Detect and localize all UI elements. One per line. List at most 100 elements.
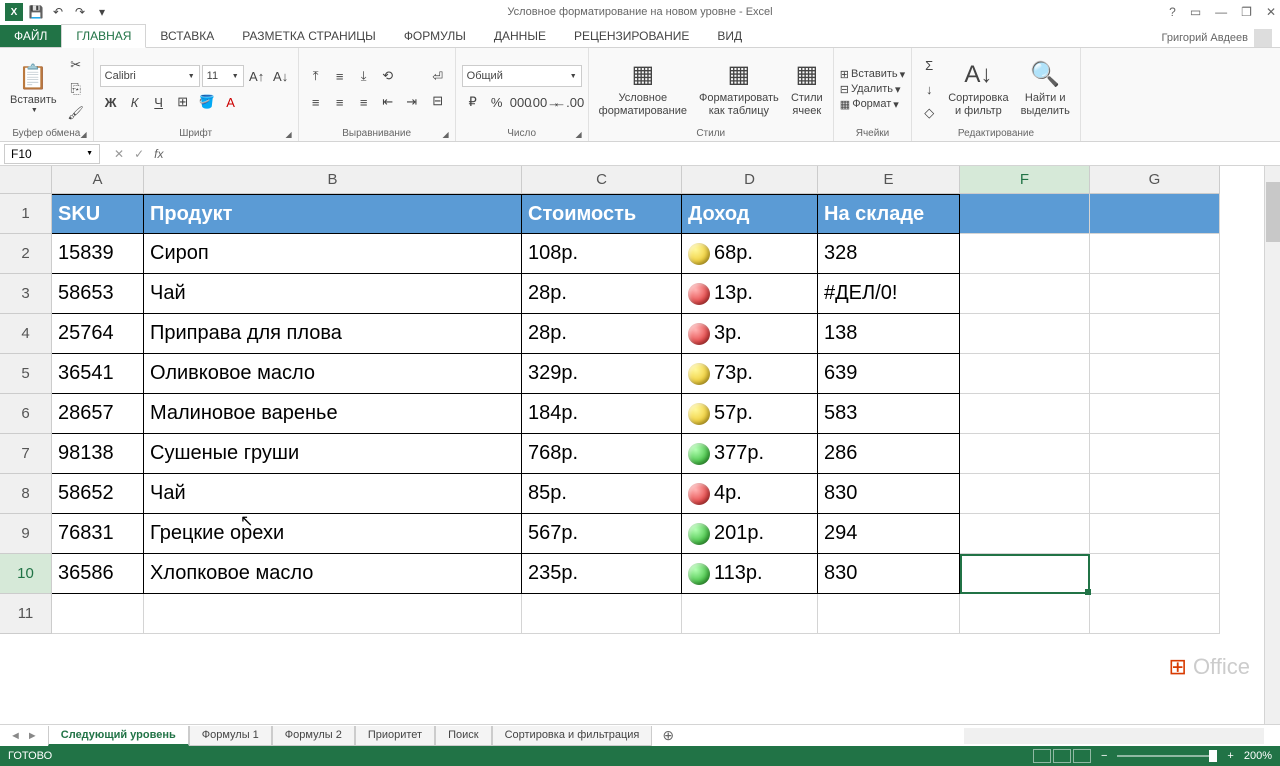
decrease-font-icon[interactable]: A↓ (270, 65, 292, 87)
zoom-out-icon[interactable]: − (1101, 750, 1107, 762)
indent-increase-icon[interactable]: ⇥ (401, 91, 423, 113)
cell-G4[interactable] (1090, 314, 1220, 354)
cell-C6[interactable]: 184р. (522, 394, 682, 434)
zoom-level[interactable]: 200% (1244, 750, 1272, 762)
cell-F10[interactable] (960, 554, 1090, 594)
undo-icon[interactable]: ↶ (48, 2, 68, 22)
cell-E7[interactable]: 286 (818, 434, 960, 474)
paste-button[interactable]: 📋 Вставить ▼ (6, 60, 61, 118)
fx-icon[interactable]: fx (154, 147, 163, 161)
cell-G11[interactable] (1090, 594, 1220, 634)
select-all-corner[interactable] (0, 166, 52, 194)
font-launcher-icon[interactable]: ◢ (285, 130, 291, 139)
horizontal-scrollbar[interactable] (964, 728, 1264, 744)
save-icon[interactable]: 💾 (26, 2, 46, 22)
cell-B5[interactable]: Оливковое масло (144, 354, 522, 394)
find-select-button[interactable]: 🔍Найти и выделить (1017, 58, 1074, 120)
row-header-2[interactable]: 2 (0, 234, 52, 274)
number-format-select[interactable]: Общий▼ (462, 65, 582, 87)
cell-F8[interactable] (960, 474, 1090, 514)
cell-E10[interactable]: 830 (818, 554, 960, 594)
qat-customize-icon[interactable]: ▾ (92, 2, 112, 22)
cell-D2[interactable]: 68р. (682, 234, 818, 274)
add-sheet-button[interactable]: ⊕ (652, 727, 684, 744)
align-launcher-icon[interactable]: ◢ (442, 130, 448, 139)
cell-C9[interactable]: 567р. (522, 514, 682, 554)
format-cells-button[interactable]: ▦ Формат ▾ (840, 98, 905, 111)
row-header-6[interactable]: 6 (0, 394, 52, 434)
cell-C4[interactable]: 28р. (522, 314, 682, 354)
close-icon[interactable]: ✕ (1266, 5, 1276, 19)
name-box[interactable]: F10▼ (4, 144, 100, 164)
cell-D3[interactable]: 13р. (682, 274, 818, 314)
cell-A5[interactable]: 36541 (52, 354, 144, 394)
cell-A3[interactable]: 58653 (52, 274, 144, 314)
align-center-icon[interactable]: ≡ (329, 91, 351, 113)
align-bottom-icon[interactable]: ⤓ (353, 65, 375, 87)
cancel-formula-icon[interactable]: ✕ (114, 147, 124, 161)
cell-B11[interactable] (144, 594, 522, 634)
cell-B7[interactable]: Сушеные груши (144, 434, 522, 474)
maximize-icon[interactable]: ❐ (1241, 5, 1252, 19)
currency-icon[interactable]: ₽ (462, 91, 484, 113)
cell-G7[interactable] (1090, 434, 1220, 474)
cell-E2[interactable]: 328 (818, 234, 960, 274)
orientation-icon[interactable]: ⟲ (377, 65, 399, 87)
cell-C10[interactable]: 235р. (522, 554, 682, 594)
row-header-4[interactable]: 4 (0, 314, 52, 354)
cell-D11[interactable] (682, 594, 818, 634)
percent-icon[interactable]: % (486, 91, 508, 113)
cell-A8[interactable]: 58652 (52, 474, 144, 514)
cell-F9[interactable] (960, 514, 1090, 554)
cell-G1[interactable] (1090, 194, 1220, 234)
cell-B2[interactable]: Сироп (144, 234, 522, 274)
tab-formulas[interactable]: ФОРМУЛЫ (390, 25, 480, 47)
redo-icon[interactable]: ↷ (70, 2, 90, 22)
column-header-C[interactable]: C (522, 166, 682, 194)
fill-icon[interactable]: ↓ (918, 78, 940, 100)
cell-D4[interactable]: 3р. (682, 314, 818, 354)
cell-styles-button[interactable]: ▦Стили ячеек (787, 58, 827, 120)
cell-G2[interactable] (1090, 234, 1220, 274)
ribbon-display-icon[interactable]: ▭ (1190, 5, 1201, 19)
font-color-icon[interactable]: A (220, 91, 242, 113)
cell-D1[interactable]: Доход (682, 194, 818, 234)
cell-A11[interactable] (52, 594, 144, 634)
tab-data[interactable]: ДАННЫЕ (480, 25, 560, 47)
sort-filter-button[interactable]: A↓Сортировка и фильтр (944, 58, 1012, 120)
cell-C11[interactable] (522, 594, 682, 634)
cell-B9[interactable]: Грецкие орехи (144, 514, 522, 554)
cell-D6[interactable]: 57р. (682, 394, 818, 434)
sheet-tab-3[interactable]: Приоритет (355, 726, 435, 746)
cell-A6[interactable]: 28657 (52, 394, 144, 434)
indent-decrease-icon[interactable]: ⇤ (377, 91, 399, 113)
cell-G3[interactable] (1090, 274, 1220, 314)
sheet-nav-next-icon[interactable]: ► (27, 730, 38, 742)
cell-D5[interactable]: 73р. (682, 354, 818, 394)
cell-D9[interactable]: 201р. (682, 514, 818, 554)
view-page-break-icon[interactable] (1073, 749, 1091, 763)
align-middle-icon[interactable]: ≡ (329, 65, 351, 87)
tab-home[interactable]: ГЛАВНАЯ (61, 24, 146, 48)
row-header-10[interactable]: 10 (0, 554, 52, 594)
sheet-tab-5[interactable]: Сортировка и фильтрация (492, 726, 653, 746)
cell-C2[interactable]: 108р. (522, 234, 682, 274)
number-launcher-icon[interactable]: ◢ (575, 130, 581, 139)
column-header-A[interactable]: A (52, 166, 144, 194)
cell-G8[interactable] (1090, 474, 1220, 514)
row-header-9[interactable]: 9 (0, 514, 52, 554)
row-header-7[interactable]: 7 (0, 434, 52, 474)
cell-F6[interactable] (960, 394, 1090, 434)
cell-A1[interactable]: SKU (52, 194, 144, 234)
font-size-select[interactable]: 11▼ (202, 65, 244, 87)
cell-E1[interactable]: На складе (818, 194, 960, 234)
sheet-nav-prev-icon[interactable]: ◄ (10, 730, 21, 742)
minimize-icon[interactable]: — (1215, 5, 1227, 19)
view-page-layout-icon[interactable] (1053, 749, 1071, 763)
cell-B1[interactable]: Продукт (144, 194, 522, 234)
cell-D7[interactable]: 377р. (682, 434, 818, 474)
view-normal-icon[interactable] (1033, 749, 1051, 763)
cell-E11[interactable] (818, 594, 960, 634)
align-left-icon[interactable]: ≡ (305, 91, 327, 113)
cut-icon[interactable]: ✂ (65, 54, 87, 76)
